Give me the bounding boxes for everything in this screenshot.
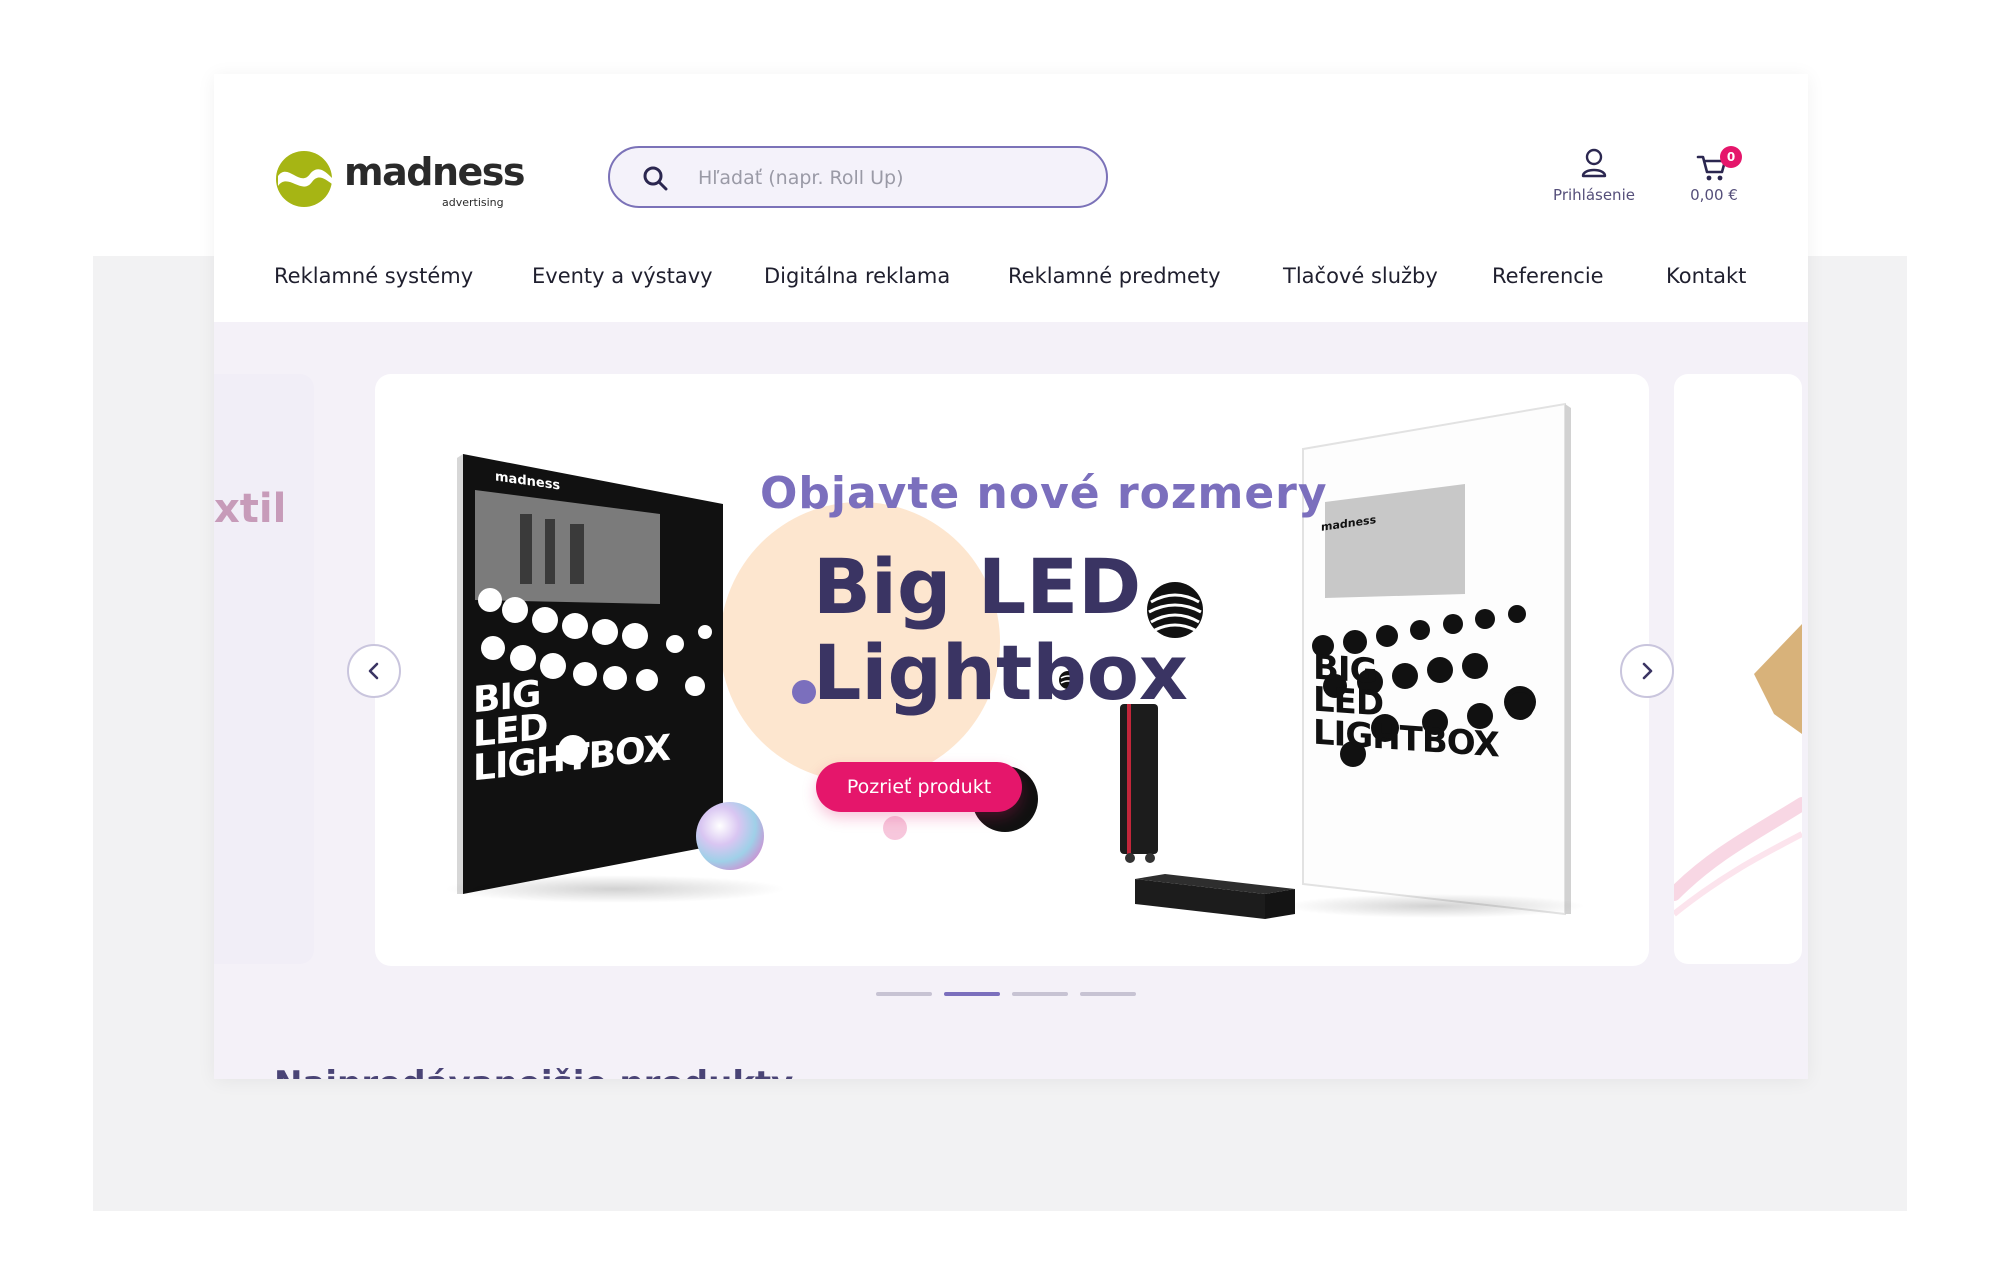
account-label: Prihlásenie (1553, 186, 1635, 204)
carousel-dot-3[interactable] (1012, 992, 1068, 996)
nav-item-kontakt[interactable]: Kontakt (1666, 264, 1746, 288)
search-bar[interactable] (608, 146, 1108, 208)
carousel-prev-slide[interactable]: xtil (214, 374, 314, 964)
carousel-next-slide[interactable] (1674, 374, 1802, 964)
carousel-dot-2[interactable] (944, 992, 1000, 996)
main-navigation: Reklamné systémy Eventy a výstavy Digitá… (274, 264, 1750, 304)
slide-title-line-1: Big LED (813, 542, 1142, 631)
carousel-active-slide[interactable]: BIG LED LIGHTBOX BIG LED LIGHTBOX madnes… (375, 374, 1649, 966)
nav-item-reklamne-predmety[interactable]: Reklamné predmety (1008, 264, 1221, 288)
website-mockup: madness advertising Prihlásenie 0 (214, 74, 1808, 1079)
account-button[interactable]: Prihlásenie (1544, 146, 1644, 216)
user-icon (1581, 148, 1607, 178)
prev-slide-text: xtil (214, 486, 287, 532)
lightbox-right-print: BIG LED LIGHTBOX (1313, 648, 1499, 766)
view-product-button[interactable]: Pozrieť produkt (816, 762, 1022, 812)
logo-mark-icon (276, 151, 332, 207)
chevron-right-icon (1642, 662, 1653, 680)
brand-tagline: advertising (442, 196, 504, 209)
search-input[interactable] (696, 160, 1080, 196)
nav-item-tlacove-sluzby[interactable]: Tlačové služby (1283, 264, 1438, 288)
bestsellers-heading: Najpredávanejšie produkty (274, 1064, 793, 1079)
carousel-next-button[interactable] (1620, 644, 1674, 698)
nav-item-eventy-a-vystavy[interactable]: Eventy a výstavy (532, 264, 713, 288)
site-header: madness advertising Prihlásenie 0 (214, 74, 1808, 322)
nav-item-reklamne-systemy[interactable]: Reklamné systémy (274, 264, 473, 288)
slide-title-line-2: Lightbox (813, 628, 1188, 717)
cart-count-badge: 0 (1720, 146, 1742, 168)
lightbox-left-print: BIG LED LIGHTBOX (473, 664, 670, 789)
next-slide-image (1674, 624, 1802, 917)
cart-button[interactable]: 0 0,00 € (1678, 146, 1750, 216)
nav-item-referencie[interactable]: Referencie (1492, 264, 1604, 288)
slide-title: Big LED Lightbox (813, 544, 1188, 716)
carousel-dot-1[interactable] (876, 992, 932, 996)
chevron-left-icon (368, 662, 379, 680)
cart-total: 0,00 € (1690, 186, 1738, 204)
brand-name: madness (344, 150, 526, 194)
slide-headline: Objavte nové rozmery (760, 468, 1328, 519)
carousel-dot-4[interactable] (1080, 992, 1136, 996)
carousel-prev-button[interactable] (347, 644, 401, 698)
nav-item-digitalna-reklama[interactable]: Digitálna reklama (764, 264, 950, 288)
search-icon[interactable] (642, 165, 668, 191)
